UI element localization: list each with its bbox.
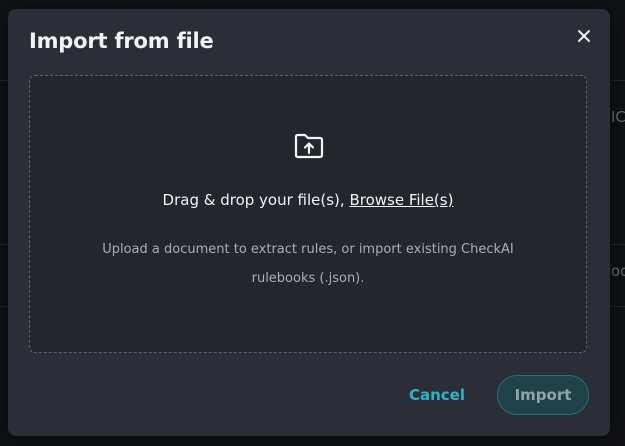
background-text-fragment: IC: [611, 108, 625, 126]
import-button[interactable]: Import: [497, 375, 589, 415]
background-text-fragment: oc: [611, 262, 625, 280]
file-dropzone[interactable]: Drag & drop your file(s), Browse File(s)…: [29, 75, 587, 353]
dropzone-help-text: Upload a document to extract rules, or i…: [102, 242, 514, 286]
drag-drop-text: Drag & drop your file(s),: [162, 191, 350, 209]
import-dialog: Import from file Drag & drop your file(s…: [8, 9, 610, 436]
close-icon: [578, 30, 590, 42]
folder-upload-icon: [294, 133, 324, 159]
cancel-button[interactable]: Cancel: [397, 376, 477, 414]
close-button[interactable]: [572, 24, 596, 48]
dropzone-instruction: Drag & drop your file(s), Browse File(s): [30, 191, 586, 209]
dialog-title: Import from file: [29, 29, 214, 53]
browse-files-link[interactable]: Browse File(s): [349, 191, 453, 209]
